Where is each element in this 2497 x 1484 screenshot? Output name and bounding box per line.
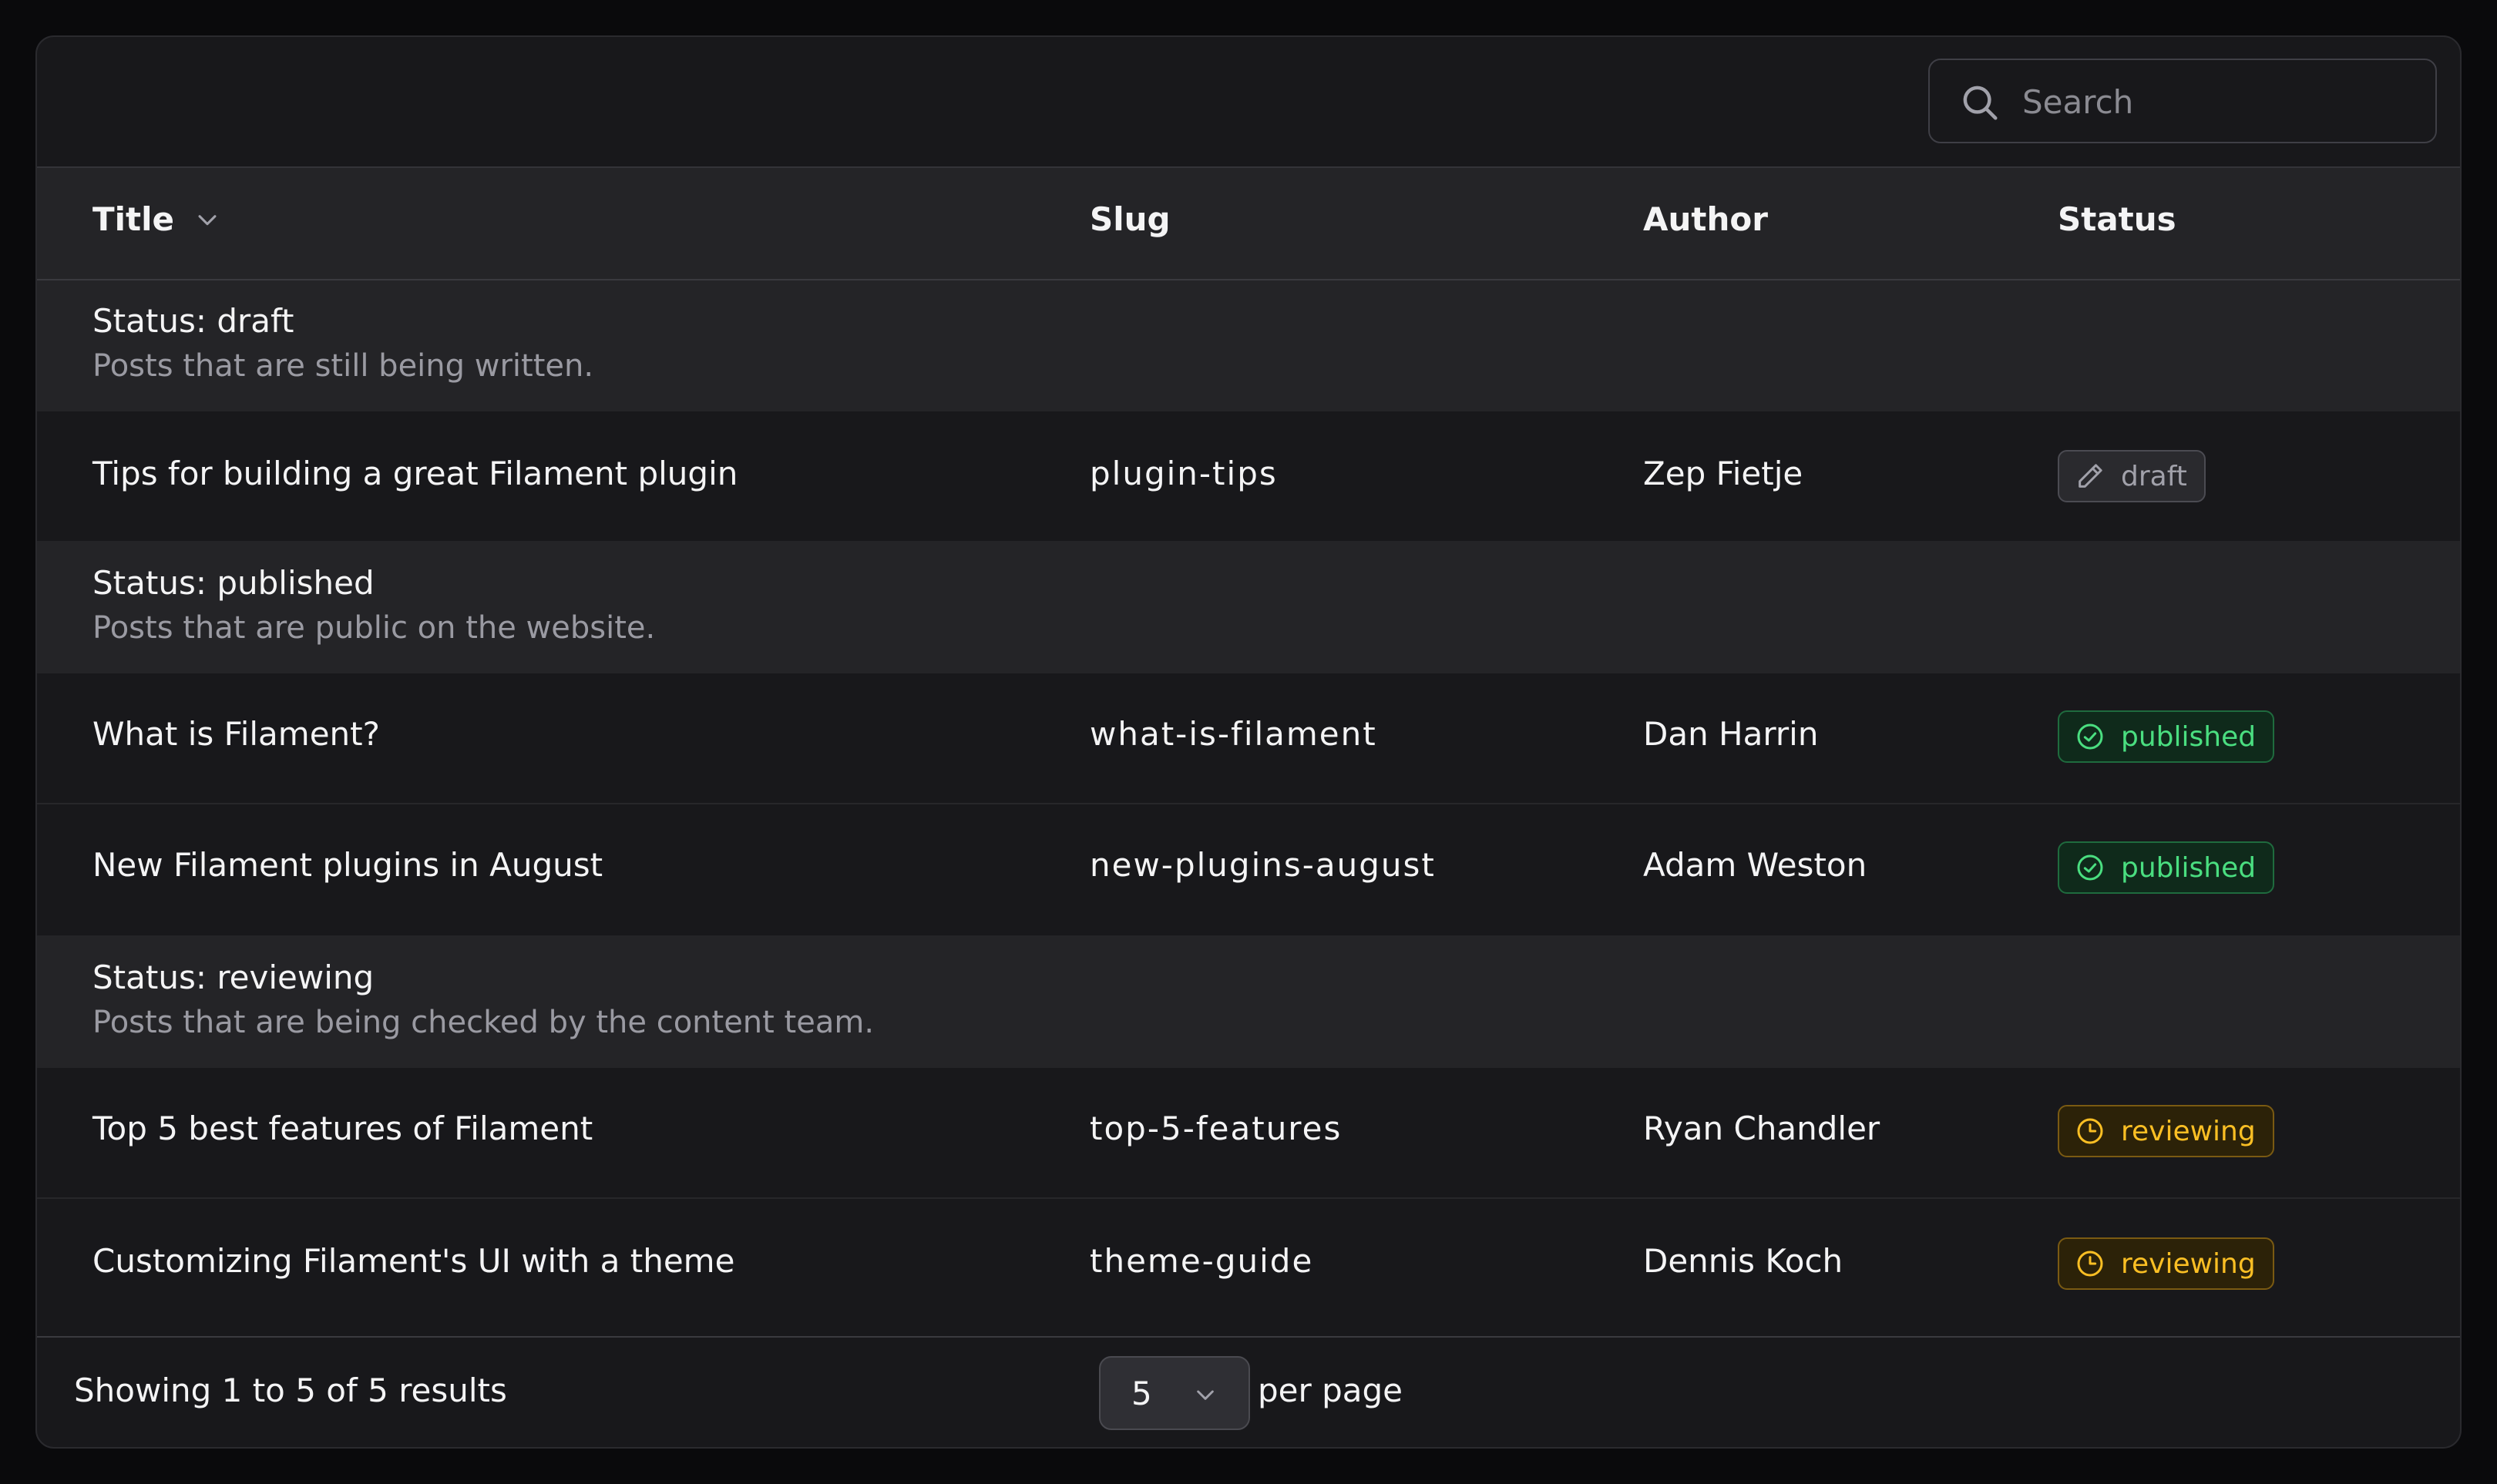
per-page-value: 5 xyxy=(1131,1375,1152,1412)
cell-slug: plugin-tips xyxy=(1090,455,1278,492)
clock-icon xyxy=(2077,1118,2103,1144)
status-badge-label: reviewing xyxy=(2121,1247,2256,1280)
table-row[interactable]: Customizing Filament's UI with a theme t… xyxy=(37,1199,2460,1335)
status-badge-label: draft xyxy=(2121,460,2187,492)
status-badge-label: reviewing xyxy=(2121,1115,2256,1147)
column-header-author: Author xyxy=(1643,200,1768,238)
group-header-published: Status: published Posts that are public … xyxy=(37,541,2460,673)
table-header: Title Slug Author Status xyxy=(37,168,2460,280)
status-badge: reviewing xyxy=(2058,1105,2274,1157)
chevron-down-icon xyxy=(1197,1390,1214,1400)
column-header-title[interactable]: Title xyxy=(92,200,220,240)
status-badge: reviewing xyxy=(2058,1237,2274,1290)
cell-title: What is Filament? xyxy=(92,715,380,753)
table-row[interactable]: What is Filament? what-is-filament Dan H… xyxy=(37,673,2460,804)
cell-title: Customizing Filament's UI with a theme xyxy=(92,1242,735,1280)
group-description: Posts that are public on the website. xyxy=(92,610,656,646)
cell-author: Ryan Chandler xyxy=(1643,1110,1880,1147)
cell-slug: what-is-filament xyxy=(1090,715,1377,753)
cell-slug: theme-guide xyxy=(1090,1242,1314,1280)
table-row[interactable]: Top 5 best features of Filament top-5-fe… xyxy=(37,1068,2460,1199)
cell-title: Tips for building a great Filament plugi… xyxy=(92,455,738,492)
group-title: Status: published xyxy=(92,564,375,602)
group-title: Status: reviewing xyxy=(92,959,375,996)
sort-chevron-down-icon[interactable] xyxy=(194,203,220,240)
column-header-status: Status xyxy=(2058,200,2176,238)
table-toolbar xyxy=(37,37,2460,168)
group-header-draft: Status: draft Posts that are still being… xyxy=(37,280,2460,411)
clock-icon xyxy=(2077,1251,2103,1277)
cell-slug: top-5-features xyxy=(1090,1110,1343,1147)
group-header-reviewing: Status: reviewing Posts that are being c… xyxy=(37,935,2460,1068)
cell-author: Dan Harrin xyxy=(1643,715,1819,753)
check-circle-icon xyxy=(2077,724,2103,750)
table-row[interactable]: New Filament plugins in August new-plugi… xyxy=(37,804,2460,935)
results-summary: Showing 1 to 5 of 5 results xyxy=(74,1372,507,1409)
per-page-select[interactable]: 5 xyxy=(1099,1356,1250,1430)
cell-author: Zep Fietje xyxy=(1643,455,1803,492)
search-icon xyxy=(1963,86,1998,120)
per-page-label: per page xyxy=(1258,1372,1403,1409)
table-panel: Title Slug Author Status Status: draft P… xyxy=(35,35,2462,1449)
search-field[interactable] xyxy=(1928,59,2437,143)
cell-author: Dennis Koch xyxy=(1643,1242,1843,1280)
cell-title: Top 5 best features of Filament xyxy=(92,1110,593,1147)
column-header-title-label: Title xyxy=(92,200,175,238)
pagination-footer: Showing 1 to 5 of 5 results 5 per page xyxy=(37,1336,2460,1447)
status-badge-label: published xyxy=(2121,720,2257,753)
column-header-slug: Slug xyxy=(1090,200,1171,238)
group-title: Status: draft xyxy=(92,302,294,340)
status-badge-label: published xyxy=(2121,851,2257,884)
cell-author: Adam Weston xyxy=(1643,846,1867,884)
status-badge: published xyxy=(2058,710,2275,763)
pencil-icon xyxy=(2079,464,2102,488)
table-row[interactable]: Tips for building a great Filament plugi… xyxy=(37,411,2460,541)
status-badge: published xyxy=(2058,841,2275,894)
search-input[interactable] xyxy=(2021,77,2409,126)
cell-slug: new-plugins-august xyxy=(1090,846,1436,884)
check-circle-icon xyxy=(2077,854,2103,881)
group-description: Posts that are still being written. xyxy=(92,348,594,384)
cell-title: New Filament plugins in August xyxy=(92,846,603,884)
status-badge: draft xyxy=(2058,450,2206,502)
group-description: Posts that are being checked by the cont… xyxy=(92,1005,875,1040)
